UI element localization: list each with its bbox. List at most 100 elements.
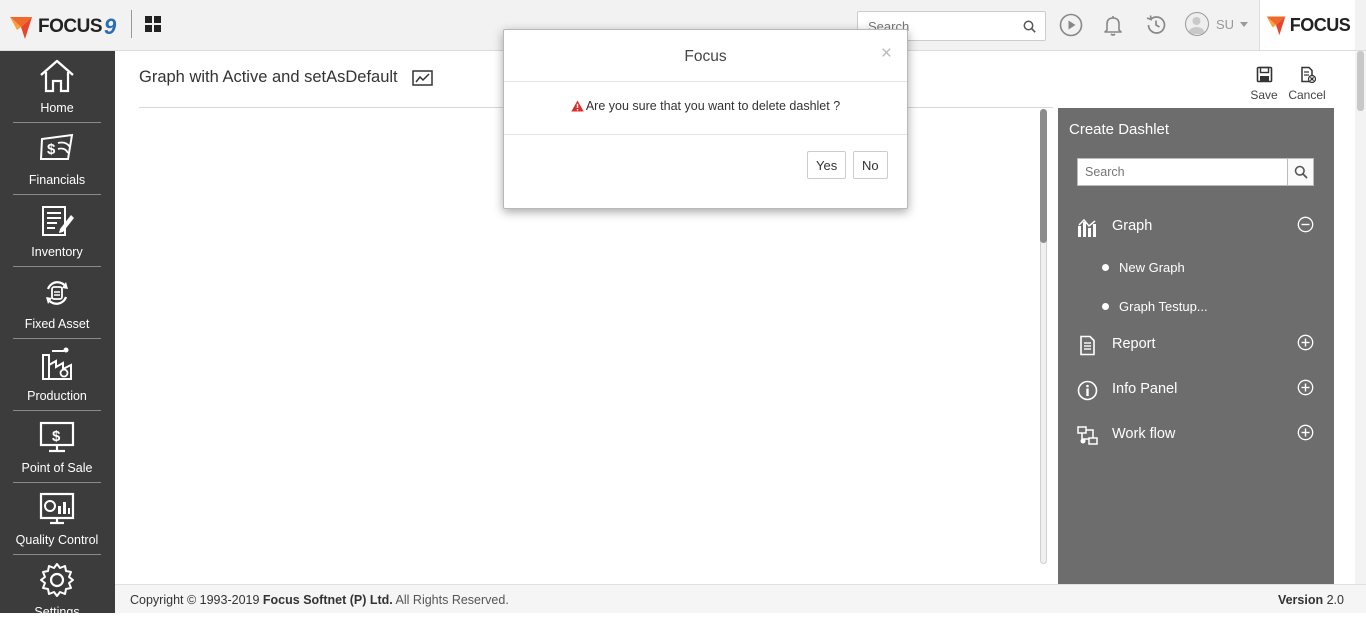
bullet-icon bbox=[1102, 303, 1109, 311]
chevron-down-icon bbox=[1240, 21, 1249, 27]
history-icon[interactable] bbox=[1144, 13, 1168, 37]
user-initials: SU bbox=[1216, 16, 1235, 32]
copyright-prefix: Copyright © 1993-2019 bbox=[130, 593, 263, 607]
dashlet-item-new-graph[interactable]: New Graph bbox=[1102, 260, 1185, 275]
expand-icon[interactable] bbox=[1297, 424, 1314, 441]
quality-control-icon bbox=[39, 492, 75, 525]
sidebar-item-production[interactable]: Production bbox=[13, 339, 101, 411]
sidebar-item-fixed-asset[interactable]: Fixed Asset bbox=[13, 267, 101, 339]
footer: Copyright © 1993-2019 Focus Softnet (P) … bbox=[115, 584, 1366, 613]
sidebar-item-financials[interactable]: $ Financials bbox=[13, 123, 101, 195]
create-dashlet-panel: Create Dashlet Graph New Graph Graph Tes… bbox=[1058, 108, 1334, 584]
focus9-logo[interactable]: FOCUS 9 bbox=[8, 12, 116, 42]
sidebar-item-label: Home bbox=[40, 101, 74, 115]
version: Version 2.0 bbox=[1278, 593, 1344, 607]
dialog-message: Are you sure that you want to delete das… bbox=[585, 99, 841, 113]
point-of-sale-icon: $ bbox=[39, 421, 75, 453]
logo-text: FOCUS bbox=[38, 16, 103, 37]
dashlet-search-input[interactable] bbox=[1078, 159, 1283, 185]
sidebar-item-inventory[interactable]: Inventory bbox=[13, 195, 101, 267]
panel-title: Create Dashlet bbox=[1069, 121, 1170, 138]
category-label: Info Panel bbox=[1112, 381, 1178, 397]
dashlet-item-graph-testup[interactable]: Graph Testup... bbox=[1102, 299, 1208, 314]
collapse-icon[interactable] bbox=[1297, 216, 1314, 233]
user-menu[interactable]: SU bbox=[1185, 12, 1249, 36]
dialog-header: Focus × bbox=[504, 30, 907, 82]
close-icon[interactable]: × bbox=[881, 43, 892, 65]
financials-icon: $ bbox=[39, 133, 74, 160]
play-icon[interactable] bbox=[1059, 13, 1083, 37]
fixed-asset-icon bbox=[46, 281, 68, 305]
page-scrollbar[interactable] bbox=[1355, 51, 1366, 584]
dashlet-search[interactable] bbox=[1077, 158, 1314, 186]
category-report[interactable]: Report bbox=[1077, 333, 1317, 357]
copyright: Copyright © 1993-2019 Focus Softnet (P) … bbox=[130, 593, 509, 607]
category-label: Work flow bbox=[1112, 426, 1176, 442]
apps-grid-icon[interactable] bbox=[145, 16, 161, 32]
settings-icon bbox=[40, 563, 74, 597]
focus-logo-icon bbox=[10, 17, 32, 39]
save-icon bbox=[1256, 66, 1272, 83]
confirm-delete-dialog: Focus × Are you sure that you want to de… bbox=[503, 29, 908, 209]
category-label: Report bbox=[1112, 336, 1156, 352]
dashlet-item-label: Graph Testup... bbox=[1119, 299, 1208, 314]
page-title: Graph with Active and setAsDefault bbox=[139, 68, 398, 86]
rights-text: All Rights Reserved. bbox=[392, 593, 509, 607]
search-icon[interactable] bbox=[1023, 20, 1036, 33]
version-number: 2.0 bbox=[1326, 593, 1344, 607]
info-panel-icon bbox=[1077, 380, 1098, 401]
graph-icon bbox=[1078, 218, 1096, 237]
bell-icon[interactable] bbox=[1101, 13, 1125, 37]
category-info-panel[interactable]: Info Panel bbox=[1077, 378, 1317, 402]
dialog-title: Focus bbox=[684, 48, 727, 65]
svg-text:$: $ bbox=[52, 428, 61, 445]
warning-icon bbox=[571, 100, 584, 112]
topbar-divider bbox=[131, 10, 132, 38]
page-scrollbar-thumb[interactable] bbox=[1357, 51, 1364, 111]
sidebar-item-label: Production bbox=[27, 389, 87, 403]
category-work-flow[interactable]: Work flow bbox=[1077, 423, 1317, 447]
sidebar-item-quality-control[interactable]: Quality Control bbox=[13, 483, 101, 555]
search-icon bbox=[1294, 165, 1308, 179]
category-label: Graph bbox=[1112, 218, 1153, 234]
expand-icon[interactable] bbox=[1297, 334, 1314, 351]
no-button[interactable]: No bbox=[853, 151, 888, 179]
sidebar-item-label: Quality Control bbox=[15, 533, 99, 547]
category-graph[interactable]: Graph bbox=[1077, 215, 1317, 239]
save-label: Save bbox=[1250, 88, 1278, 102]
home-icon bbox=[40, 59, 74, 93]
dashlet-search-button[interactable] bbox=[1287, 159, 1313, 185]
sidebar-item-label: Point of Sale bbox=[21, 461, 93, 475]
report-icon bbox=[1080, 335, 1095, 356]
sidebar-item-home[interactable]: Home bbox=[13, 51, 101, 123]
user-silhouette-icon bbox=[1188, 17, 1205, 35]
cancel-document-icon bbox=[1300, 66, 1316, 83]
avatar bbox=[1185, 12, 1209, 36]
work-flow-icon bbox=[1077, 426, 1098, 445]
focus-brand-logo: FOCUS bbox=[1259, 0, 1355, 50]
sidebar-item-label: Settings bbox=[34, 605, 80, 619]
save-button[interactable]: Save bbox=[1242, 66, 1286, 106]
sidebar-item-label: Fixed Asset bbox=[24, 317, 90, 331]
sidebar-item-settings[interactable]: Settings bbox=[13, 555, 101, 627]
sidebar-item-label: Inventory bbox=[31, 245, 83, 259]
svg-text:$: $ bbox=[47, 141, 56, 158]
left-sidebar: Home $ Financials Inventory Fixed Asset … bbox=[0, 51, 115, 619]
sidebar-item-label: Financials bbox=[28, 173, 86, 187]
inventory-icon bbox=[42, 206, 74, 236]
version-label: Version bbox=[1277, 593, 1324, 607]
expand-icon[interactable] bbox=[1297, 379, 1314, 396]
production-icon bbox=[42, 347, 72, 380]
focus-brand-icon bbox=[1266, 16, 1286, 36]
yes-button[interactable]: Yes bbox=[807, 151, 847, 179]
logo-number: 9 bbox=[104, 14, 117, 39]
dialog-message-row: Are you sure that you want to delete das… bbox=[504, 99, 907, 113]
line-chart-icon[interactable] bbox=[412, 70, 433, 86]
dialog-body: Are you sure that you want to delete das… bbox=[504, 82, 907, 135]
canvas-scrollbar-thumb[interactable] bbox=[1040, 109, 1047, 243]
cancel-label: Cancel bbox=[1288, 88, 1326, 102]
cancel-button[interactable]: Cancel bbox=[1285, 66, 1329, 106]
sidebar-item-point-of-sale[interactable]: $ Point of Sale bbox=[13, 411, 101, 483]
dashlet-item-label: New Graph bbox=[1119, 260, 1185, 275]
brand-right-text: FOCUS bbox=[1289, 14, 1351, 35]
